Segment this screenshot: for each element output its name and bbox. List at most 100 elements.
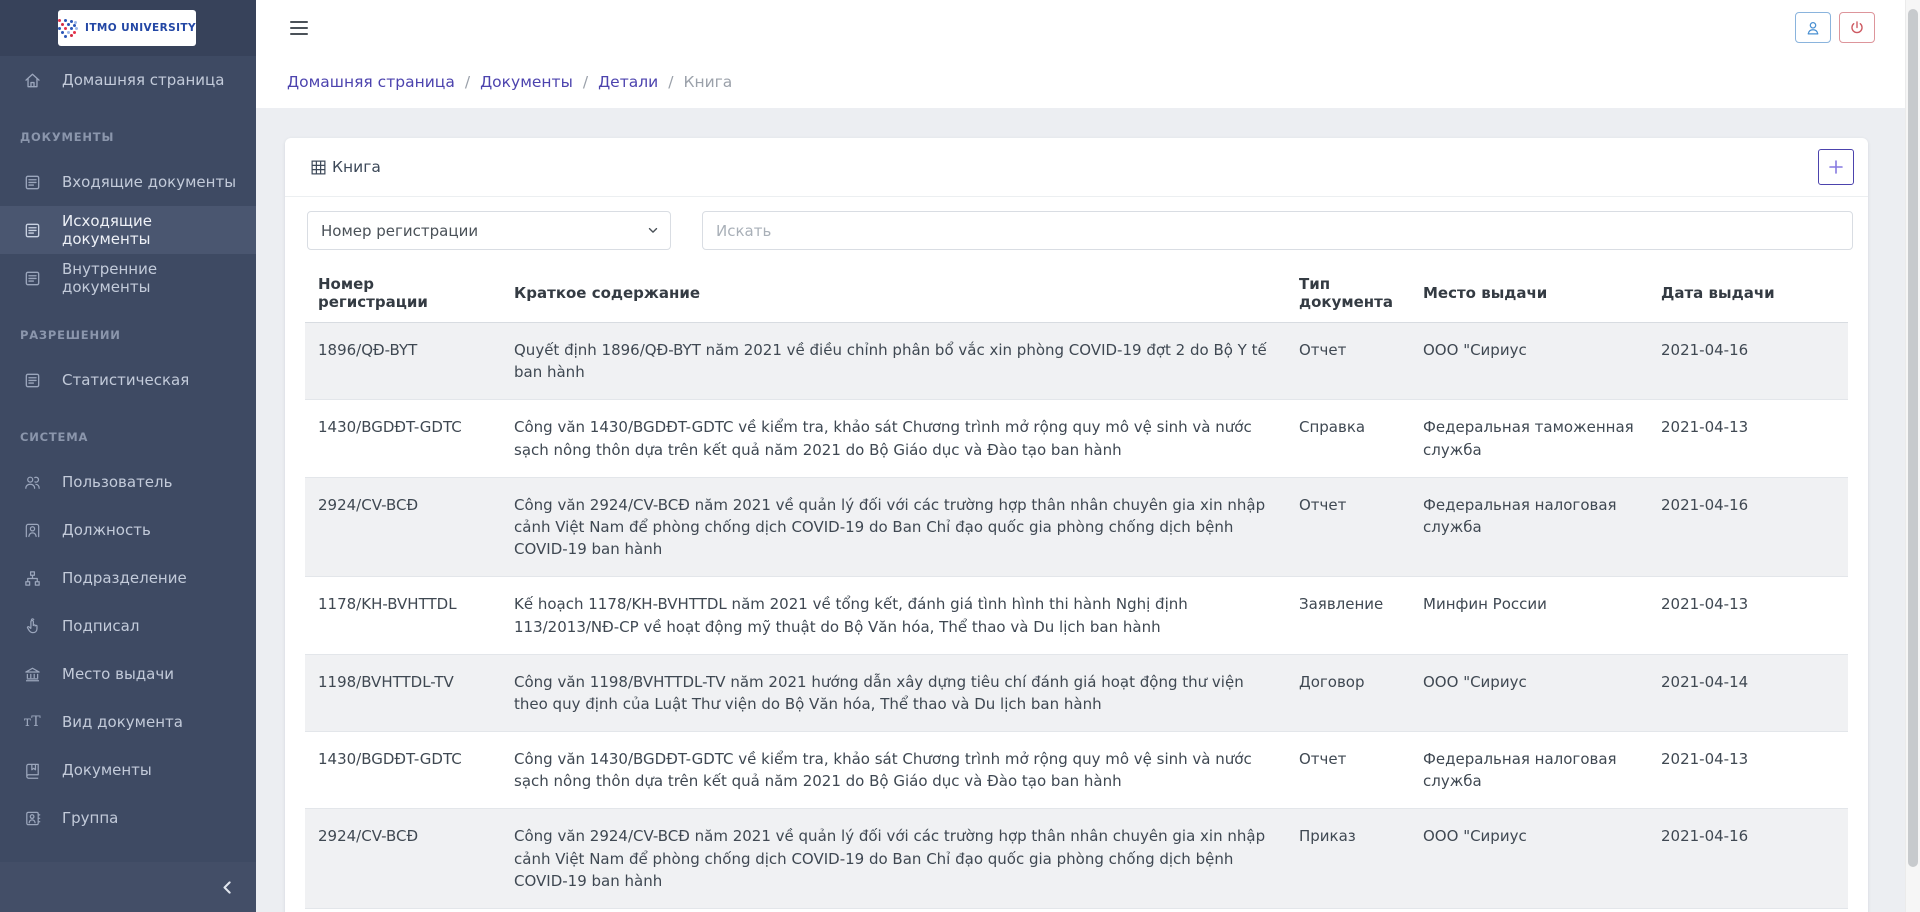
content-area: Книга Номер регистрации bbox=[256, 108, 1920, 912]
table-row[interactable]: 1896/QĐ-BYTQuyết định 1896/QĐ-BYT năm 20… bbox=[305, 323, 1848, 400]
sidebar-item[interactable]: Группа bbox=[0, 794, 256, 842]
table-row[interactable]: 45/NQ-CPNghị quyết 45/NQ-CP năm 2021 về … bbox=[305, 909, 1848, 912]
book-icon bbox=[22, 760, 42, 780]
search-input[interactable] bbox=[702, 211, 1853, 250]
document-icon bbox=[22, 370, 42, 390]
column-header: Номер регистрации bbox=[305, 267, 501, 323]
topbar-buttons bbox=[1795, 12, 1875, 43]
cell-place: ООО "Сириус bbox=[1410, 323, 1648, 400]
cell-date: 2021-04-13 bbox=[1648, 732, 1848, 809]
cell-date: 2021-04-16 bbox=[1648, 809, 1848, 909]
user-profile-button[interactable] bbox=[1795, 12, 1831, 43]
sidebar-item[interactable]: Входящие документы bbox=[0, 158, 256, 206]
hamburger-menu-button[interactable] bbox=[290, 17, 308, 39]
logo-text: ITMO UNIVERSITY bbox=[85, 22, 196, 34]
sidebar-item[interactable]: Место выдачи bbox=[0, 650, 256, 698]
breadcrumb-band: Домашняя страница/Документы/Детали/Книга bbox=[256, 55, 1920, 108]
sidebar-header: ITMO UNIVERSITY bbox=[0, 0, 256, 56]
filter-field-select[interactable]: Номер регистрации bbox=[307, 211, 671, 250]
table-row[interactable]: 2924/CV-BCĐCông văn 2924/CV-BCĐ năm 2021… bbox=[305, 809, 1848, 909]
sidebar-item[interactable]: тТВид документа bbox=[0, 698, 256, 746]
logout-button[interactable] bbox=[1839, 12, 1875, 43]
sidebar-item-label: Должность bbox=[62, 521, 151, 539]
table-row[interactable]: 1430/BGDĐT-GDTCCông văn 1430/BGDĐT-GDTC … bbox=[305, 732, 1848, 809]
itmo-university-logo: ITMO UNIVERSITY bbox=[58, 10, 196, 46]
breadcrumb-link[interactable]: Детали bbox=[598, 73, 658, 91]
cell-type: Положение bbox=[1286, 909, 1410, 912]
documents-table-wrap: Номер регистрацииКраткое содержаниеТип д… bbox=[285, 250, 1868, 912]
sidebar-item-label: Пользователь bbox=[62, 473, 172, 491]
cell-type: Приказ bbox=[1286, 809, 1410, 909]
book-card: Книга Номер регистрации bbox=[285, 138, 1868, 912]
sidebar-item[interactable]: Документы bbox=[0, 746, 256, 794]
sidebar-item-label: Исходящие документы bbox=[62, 212, 242, 248]
cell-type: Договор bbox=[1286, 654, 1410, 731]
add-record-button[interactable] bbox=[1818, 149, 1854, 185]
table-grid-icon bbox=[310, 159, 327, 176]
sidebar-item[interactable]: Подразделение bbox=[0, 554, 256, 602]
cell-type: Отчет bbox=[1286, 323, 1410, 400]
user-icon bbox=[1804, 19, 1822, 37]
cell-date: 2021-04-14 bbox=[1648, 654, 1848, 731]
sidebar-item-label: Подразделение bbox=[62, 569, 187, 587]
sidebar-collapse-button[interactable] bbox=[219, 879, 236, 896]
cell-reg: 45/NQ-CP bbox=[305, 909, 501, 912]
scrollbar-thumb[interactable] bbox=[1908, 9, 1918, 867]
card-title: Книга bbox=[310, 158, 381, 176]
logo-dots-icon bbox=[58, 19, 79, 38]
cell-reg: 2924/CV-BCĐ bbox=[305, 477, 501, 577]
cell-type: Отчет bbox=[1286, 732, 1410, 809]
sidebar-item[interactable]: Внутренние документы bbox=[0, 254, 256, 302]
topbar bbox=[256, 0, 1920, 55]
cell-reg: 1896/QĐ-BYT bbox=[305, 323, 501, 400]
cell-place: ООО "Сириус bbox=[1410, 809, 1648, 909]
bank-icon bbox=[22, 664, 42, 684]
table-row[interactable]: 2924/CV-BCĐCông văn 2924/CV-BCĐ năm 2021… bbox=[305, 477, 1848, 577]
cell-summary: Công văn 2924/CV-BCĐ năm 2021 về quản lý… bbox=[501, 477, 1286, 577]
sidebar-item-label: Место выдачи bbox=[62, 665, 174, 683]
cell-summary: Quyết định 1896/QĐ-BYT năm 2021 về điều … bbox=[501, 323, 1286, 400]
table-row[interactable]: 1198/BVHTTDL-TVCông văn 1198/BVHTTDL-TV … bbox=[305, 654, 1848, 731]
breadcrumb-link[interactable]: Документы bbox=[480, 73, 573, 91]
cell-date: 2021-04-16 bbox=[1648, 323, 1848, 400]
table-header: Номер регистрацииКраткое содержаниеТип д… bbox=[305, 267, 1848, 323]
cell-summary: Công văn 1430/BGDĐT-GDTC về kiểm tra, kh… bbox=[501, 732, 1286, 809]
page-scrollbar[interactable] bbox=[1905, 0, 1920, 912]
table-row[interactable]: 1178/KH-BVHTTDLKế hoạch 1178/KH-BVHTTDL … bbox=[305, 577, 1848, 654]
sidebar-item[interactable]: Пользователь bbox=[0, 458, 256, 506]
sidebar-item[interactable]: Исходящие документы bbox=[0, 206, 256, 254]
cell-date: 2021-04-13 bbox=[1648, 400, 1848, 477]
plus-icon bbox=[1828, 159, 1844, 175]
column-header: Тип документа bbox=[1286, 267, 1410, 323]
breadcrumb-link[interactable]: Домашняя страница bbox=[287, 73, 455, 91]
column-header: Краткое содержание bbox=[501, 267, 1286, 323]
cell-type: Заявление bbox=[1286, 577, 1410, 654]
table-body: 1896/QĐ-BYTQuyết định 1896/QĐ-BYT năm 20… bbox=[305, 323, 1848, 912]
table-header-row: Номер регистрацииКраткое содержаниеТип д… bbox=[305, 267, 1848, 323]
cell-reg: 1430/BGDĐT-GDTC bbox=[305, 400, 501, 477]
text-type-icon: тТ bbox=[22, 712, 42, 732]
breadcrumb-separator: / bbox=[583, 73, 588, 91]
cell-summary: Kế hoạch 1178/KH-BVHTTDL năm 2021 về tổn… bbox=[501, 577, 1286, 654]
cell-place: Минпромторг России bbox=[1410, 909, 1648, 912]
sidebar-item-label: Домашняя страница bbox=[62, 71, 224, 89]
cell-type: Отчет bbox=[1286, 477, 1410, 577]
sidebar-item[interactable]: Должность bbox=[0, 506, 256, 554]
sidebar: ITMO UNIVERSITY Домашняя страницаДОКУМЕН… bbox=[0, 0, 256, 912]
sidebar-item[interactable]: Подписал bbox=[0, 602, 256, 650]
sidebar-item[interactable]: Домашняя страница bbox=[0, 56, 256, 104]
sidebar-item-label: Статистическая bbox=[62, 371, 189, 389]
chevron-left-icon bbox=[219, 879, 236, 896]
table-row[interactable]: 1430/BGDĐT-GDTCCông văn 1430/BGDĐT-GDTC … bbox=[305, 400, 1848, 477]
sidebar-item[interactable]: Статистическая bbox=[0, 356, 256, 404]
document-icon bbox=[22, 268, 42, 288]
document-icon bbox=[22, 220, 42, 240]
cell-reg: 1178/KH-BVHTTDL bbox=[305, 577, 501, 654]
cell-date: 2021-04-16 bbox=[1648, 477, 1848, 577]
sidebar-item-label: Внутренние документы bbox=[62, 260, 242, 296]
filter-field-select-wrap: Номер регистрации bbox=[307, 211, 671, 250]
users-icon bbox=[22, 472, 42, 492]
cell-summary: Công văn 1198/BVHTTDL-TV năm 2021 hướng … bbox=[501, 654, 1286, 731]
cell-place: Минфин России bbox=[1410, 577, 1648, 654]
cell-place: ООО "Сириус bbox=[1410, 654, 1648, 731]
